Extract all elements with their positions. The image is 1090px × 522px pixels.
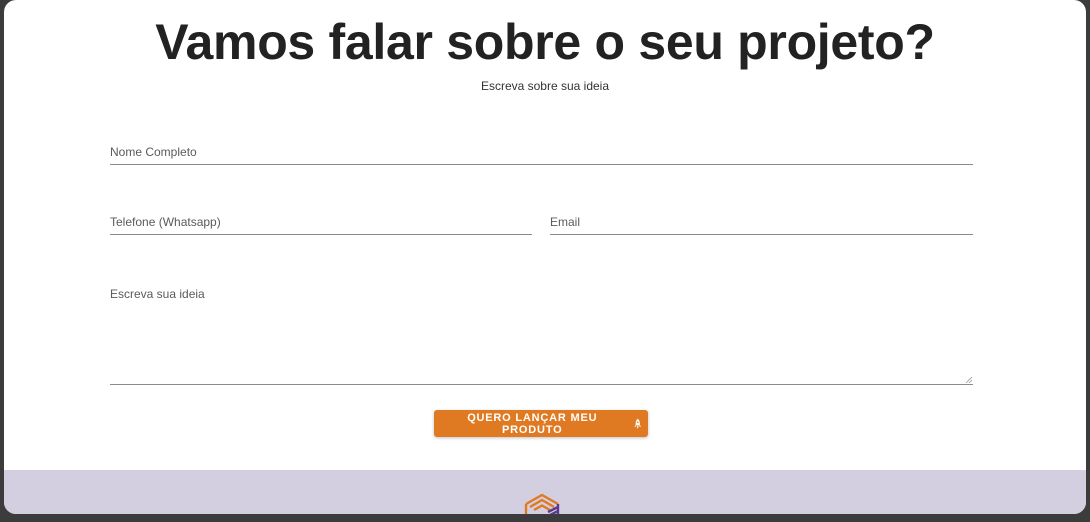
footer xyxy=(4,470,1086,514)
idea-textarea[interactable]: Escreva sua ideia xyxy=(110,280,973,385)
page-subtitle: Escreva sobre sua ideia xyxy=(480,79,610,93)
resize-handle-icon[interactable] xyxy=(966,377,972,383)
submit-button[interactable]: QUERO LANÇAR MEU PRODUTO xyxy=(434,410,648,437)
phone-input[interactable] xyxy=(110,212,532,234)
email-input[interactable] xyxy=(550,212,973,234)
full-name-field[interactable]: Nome Completo xyxy=(110,128,973,165)
full-name-input[interactable] xyxy=(110,142,973,164)
page-title: Vamos falar sobre o seu projeto? xyxy=(155,14,935,70)
rocket-icon xyxy=(633,418,641,429)
email-field[interactable]: Email xyxy=(550,198,973,235)
phone-field[interactable]: Telefone (Whatsapp) xyxy=(110,198,532,235)
page-window: Vamos falar sobre o seu projeto? Escreva… xyxy=(4,0,1086,514)
brand-logo-icon xyxy=(524,493,560,514)
submit-button-label: QUERO LANÇAR MEU PRODUTO xyxy=(467,411,598,436)
idea-label: Escreva sua ideia xyxy=(110,287,205,301)
